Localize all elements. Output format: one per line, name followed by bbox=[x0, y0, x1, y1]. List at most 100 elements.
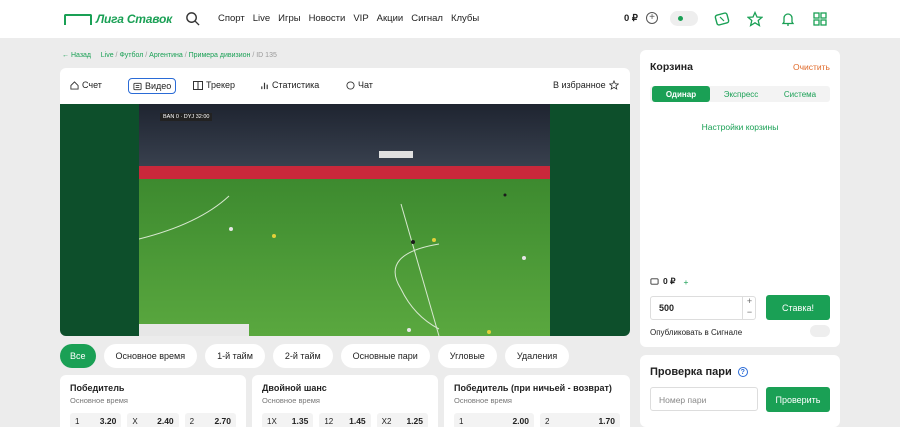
bet-check-title-row: Проверка пари ? bbox=[650, 366, 748, 378]
stake-input[interactable]: 500 bbox=[650, 296, 756, 320]
market-subtitle: Основное время bbox=[454, 396, 512, 405]
bet-check-title: Проверка пари bbox=[650, 366, 732, 378]
odd-label: 2 bbox=[545, 416, 550, 426]
cart-title: Корзина bbox=[650, 61, 693, 73]
search-icon[interactable] bbox=[185, 11, 200, 26]
market-subtitle: Основное время bbox=[262, 396, 320, 405]
bet-number-input[interactable]: Номер пари bbox=[650, 387, 758, 411]
odd-value: 2.70 bbox=[214, 416, 231, 426]
cart-clear-button[interactable]: Очистить bbox=[793, 62, 830, 72]
bet-check-panel: Проверка пари ? Номер пари Проверить bbox=[640, 355, 840, 427]
odd-label: X2 bbox=[381, 416, 392, 426]
star-icon[interactable] bbox=[747, 11, 763, 27]
event-tabs: Счет Видео Трекер Статистика Чат В избра… bbox=[60, 68, 630, 104]
odd-label: 1 bbox=[459, 416, 464, 426]
top-header: Лига Ставок Спорт Live Игры Новости VIP … bbox=[0, 0, 900, 38]
place-bet-button[interactable]: Ставка! bbox=[766, 295, 830, 320]
filter-second-half[interactable]: 2-й тайм bbox=[272, 344, 333, 368]
breadcrumb-live[interactable]: Live bbox=[101, 52, 114, 59]
tab-chat[interactable]: Чат bbox=[342, 78, 377, 92]
nav-item-clubs[interactable]: Клубы bbox=[451, 13, 479, 24]
nav-item-live[interactable]: Live bbox=[253, 13, 270, 24]
odd-button[interactable]: 1X 1.35 bbox=[262, 413, 314, 427]
nav-item-promos[interactable]: Акции bbox=[377, 13, 404, 24]
video-player[interactable] bbox=[139, 104, 550, 336]
tab-tracker[interactable]: Трекер bbox=[189, 78, 239, 92]
odd-label: 12 bbox=[324, 416, 334, 426]
deposit-plus-icon[interactable]: + bbox=[646, 12, 658, 24]
odd-value: 1.45 bbox=[349, 416, 366, 426]
odd-label: 1 bbox=[75, 416, 80, 426]
odd-button[interactable]: X 2.40 bbox=[127, 413, 179, 427]
favorite-star-icon bbox=[608, 80, 619, 90]
market-card-winner: Победитель Основное время 1 3.20 X 2.40 22… bbox=[60, 375, 246, 427]
nav-item-sport[interactable]: Спорт bbox=[218, 13, 245, 24]
main-nav: Спорт Live Игры Новости VIP Акции Сигнал… bbox=[218, 13, 487, 24]
header-toggle[interactable] bbox=[670, 11, 698, 26]
cart-deposit-plus-icon[interactable]: + bbox=[684, 277, 689, 287]
logo[interactable]: Лига Ставок bbox=[64, 12, 172, 26]
filter-main-bets[interactable]: Основные пари bbox=[340, 344, 430, 368]
odd-button[interactable]: 1 2.00 bbox=[454, 413, 534, 427]
market-card-double-chance: Двойной шанс Основное время 1X 1.35 12 1.4… bbox=[252, 375, 438, 427]
filter-regular-time[interactable]: Основное время bbox=[103, 344, 198, 368]
odd-value: 1.70 bbox=[598, 416, 615, 426]
team-home: BAN bbox=[163, 114, 175, 120]
tab-score[interactable]: Счет bbox=[66, 78, 106, 92]
odd-value: 2.40 bbox=[157, 416, 174, 426]
filter-corners[interactable]: Угловые bbox=[437, 344, 497, 368]
filter-first-half[interactable]: 1-й тайм bbox=[205, 344, 265, 368]
nav-item-vip[interactable]: VIP bbox=[353, 13, 368, 24]
cart-balance-value: 0 ₽ bbox=[663, 276, 676, 286]
cart-tab-system[interactable]: Система bbox=[772, 86, 828, 102]
breadcrumb-football[interactable]: Футбол bbox=[119, 52, 143, 59]
stake-stepper[interactable]: + − bbox=[742, 296, 756, 320]
odd-button[interactable]: 12 1.45 bbox=[319, 413, 371, 427]
event-panel: Счет Видео Трекер Статистика Чат В избра… bbox=[60, 68, 630, 336]
filter-red-cards[interactable]: Удаления bbox=[504, 344, 570, 368]
odd-value: 1.25 bbox=[406, 416, 423, 426]
add-favorite-button[interactable]: В избранное bbox=[549, 78, 623, 92]
tab-video-label: Видео bbox=[145, 81, 172, 91]
odd-button[interactable]: 2 2.70 bbox=[184, 413, 236, 427]
odd-button[interactable]: X2 1.25 bbox=[376, 413, 428, 427]
grid-menu-icon[interactable] bbox=[812, 11, 828, 27]
video-scoreboard: BAN 0 · DYJ 32:00 bbox=[160, 113, 213, 121]
tab-statistics[interactable]: Статистика bbox=[256, 78, 323, 92]
bet-cart: Корзина Очистить Одинар Экспресс Система… bbox=[640, 50, 840, 347]
bar-chart-icon bbox=[261, 82, 268, 89]
nav-item-news[interactable]: Новости bbox=[309, 13, 346, 24]
breadcrumb-league[interactable]: Примера дивизион bbox=[189, 52, 251, 59]
tab-chat-label: Чат bbox=[358, 80, 373, 90]
market-subtitle: Основное время bbox=[70, 396, 128, 405]
publish-signal-toggle[interactable] bbox=[810, 325, 830, 337]
odd-button[interactable]: 1 3.20 bbox=[70, 413, 122, 427]
back-link[interactable]: ← Назад bbox=[62, 52, 91, 59]
odd-button[interactable]: 2 1.70 bbox=[540, 413, 620, 427]
odd-value: 3.20 bbox=[99, 416, 117, 426]
toggle-dot-icon bbox=[678, 16, 683, 21]
cart-mode-tabs: Одинар Экспресс Система bbox=[650, 86, 830, 102]
tracker-icon bbox=[193, 80, 203, 90]
odd-label: 1X bbox=[267, 416, 277, 426]
bell-icon[interactable] bbox=[780, 11, 796, 27]
market-card-draw-no-bet: Победитель (при ничьей - возврат) Основн… bbox=[444, 375, 630, 427]
help-icon[interactable]: ? bbox=[737, 367, 748, 377]
check-bet-button[interactable]: Проверить bbox=[766, 387, 830, 412]
breadcrumb-argentina[interactable]: Аргентина bbox=[149, 52, 183, 59]
tab-score-label: Счет bbox=[82, 80, 102, 90]
breadcrumb: ← Назад Live / Футбол / Аргентина / Прим… bbox=[62, 52, 277, 59]
market-title: Победитель bbox=[70, 383, 125, 393]
event-id: ID 135 bbox=[256, 52, 277, 59]
tab-video[interactable]: Видео bbox=[128, 78, 177, 94]
chat-icon bbox=[346, 80, 355, 90]
nav-item-signal[interactable]: Сигнал bbox=[411, 13, 443, 24]
nav-item-games[interactable]: Игры bbox=[278, 13, 300, 24]
cart-settings-link[interactable]: Настройки корзины bbox=[640, 122, 840, 132]
filter-all[interactable]: Все bbox=[60, 344, 96, 368]
video-icon bbox=[133, 82, 142, 90]
match-video-frame bbox=[139, 104, 550, 336]
cart-tab-single[interactable]: Одинар bbox=[652, 86, 710, 102]
cart-tab-express[interactable]: Экспресс bbox=[712, 86, 770, 102]
coupon-icon[interactable] bbox=[714, 11, 730, 27]
